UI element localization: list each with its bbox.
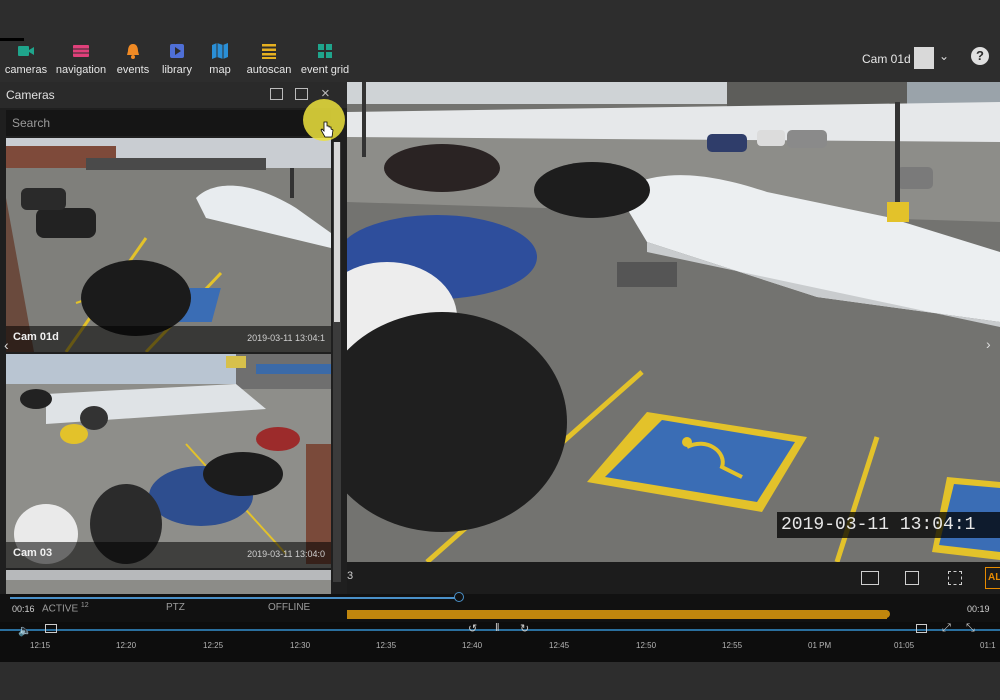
chevron-down-icon[interactable]: ⌄ [939, 49, 949, 63]
tab-ptz[interactable]: PTZ [166, 602, 185, 613]
end-time: 00:19 [967, 604, 990, 614]
timeline-tick: 12:30 [290, 641, 311, 650]
tab-offline[interactable]: OFFLINE [268, 602, 310, 613]
alarm-button[interactable]: AL [985, 567, 1000, 589]
fullscreen-icon[interactable] [948, 571, 962, 585]
nav-events-label: events [116, 64, 150, 76]
bottom-bar [0, 662, 1000, 700]
recording-bar[interactable] [347, 610, 887, 619]
nav-navigation-button[interactable]: navigation [54, 42, 108, 80]
elapsed-time: 00:16 [12, 604, 35, 614]
timeline-tick: 12:35 [376, 641, 397, 650]
playback-progress[interactable] [10, 597, 458, 599]
chevron-right-icon[interactable]: › [986, 336, 991, 352]
thumbnail-camera-name: Cam 03 [13, 547, 53, 559]
timeline-tick: 12:40 [462, 641, 483, 650]
camera-thumbnail-cam03[interactable]: Cam 03 2019-03-11 13:04:0 [6, 354, 331, 568]
chevron-left-icon[interactable]: ‹ [4, 337, 9, 353]
dock-right-icon[interactable] [295, 88, 308, 100]
tab-active[interactable]: ACTIVE 12 [42, 602, 89, 614]
cameras-panel: Cameras × Search Cam 01d 2019-03-11 13:0… [0, 82, 347, 630]
tab-active-count: 12 [80, 602, 89, 609]
digital-zoom-icon[interactable] [905, 571, 919, 585]
timeline-tick: 12:55 [722, 641, 743, 650]
expand-icon[interactable]: ⤢ [942, 622, 951, 635]
nav-cameras-label: cameras [4, 64, 48, 76]
nav-cameras-button[interactable]: cameras [4, 42, 48, 80]
library-play-icon [170, 44, 184, 58]
hand-cursor-icon [320, 121, 334, 138]
thumbnail-camera-name: Cam 01d [13, 331, 59, 343]
screen-icon[interactable] [45, 624, 57, 633]
autoscan-list-icon [262, 44, 276, 59]
nav-events-button[interactable]: events [114, 42, 152, 80]
panel-scrollbar-thumb[interactable] [334, 142, 340, 322]
screenshot-icon[interactable] [861, 571, 879, 585]
recording-end-marker[interactable] [882, 610, 890, 618]
map-icon [212, 43, 228, 59]
timeline-tick: 12:15 [30, 641, 51, 650]
nav-event-grid-button[interactable]: event grid [300, 42, 350, 80]
tab-active-label: ACTIVE [42, 603, 79, 615]
nav-navigation-label: navigation [55, 64, 107, 76]
playback-scrubber[interactable] [454, 592, 464, 602]
nav-library-label: library [162, 64, 192, 76]
app-window: cameras navigation events library map au… [0, 0, 1000, 700]
panel-header: Cameras × [0, 82, 347, 108]
grid-icon [318, 44, 332, 58]
nav-autoscan-label: autoscan [246, 64, 292, 76]
bell-icon [127, 44, 139, 59]
nav-event-grid-label: event grid [300, 64, 350, 76]
timeline-tick: 12:20 [116, 641, 137, 650]
nav-map-label: map [209, 64, 231, 76]
timeline-tick: 01 PM [808, 641, 832, 650]
camera-selector-label[interactable]: Cam 01d [862, 52, 911, 66]
main-video-view[interactable] [347, 82, 1000, 562]
help-button[interactable]: ? [971, 47, 989, 65]
player-controls: 3 [347, 562, 1000, 594]
timeline-tick: 12:50 [636, 641, 657, 650]
top-toolbar: cameras navigation events library map au… [0, 0, 1000, 82]
pause-icon[interactable]: ‖ [495, 622, 500, 634]
navigation-grid-icon [73, 45, 89, 57]
camera-thumbnail-cam01d[interactable]: Cam 01d 2019-03-11 13:04:1 [6, 138, 331, 352]
window-mark [0, 38, 24, 41]
main-video-frame [347, 82, 1000, 562]
volume-icon[interactable]: 🔈 [18, 624, 32, 637]
partial-label: 3 [347, 570, 354, 582]
search-input[interactable] [6, 110, 331, 136]
timeline-tick: 12:25 [203, 641, 224, 650]
cam01d-preview-image [6, 138, 331, 352]
nav-library-button[interactable]: library [160, 42, 194, 80]
nav-map-button[interactable]: map [206, 42, 234, 80]
cam03-preview-image [6, 354, 331, 568]
pip-icon[interactable] [916, 624, 927, 633]
forward-icon[interactable]: ↻ [520, 622, 529, 635]
timeline-tick: 12:45 [549, 641, 570, 650]
video-timestamp: 2019-03-11 13:04:1 [777, 512, 1000, 538]
camera-thumbnail-partial[interactable] [6, 570, 331, 594]
partial-preview-image [6, 570, 331, 594]
timeline-tick: 01:1 [980, 641, 996, 650]
camera-icon [18, 46, 34, 56]
thumbnail-timestamp: 2019-03-11 13:04:0 [247, 549, 325, 559]
dock-left-icon[interactable] [270, 88, 283, 100]
panel-title: Cameras [6, 88, 55, 102]
rewind-icon[interactable]: ↺ [468, 622, 477, 635]
timeline[interactable]: 🔈 ↺ ‖ ↻ ⤢ ⤡ 12:15 12:20 12:25 12:30 12:3… [0, 622, 1000, 662]
camera-color-swatch[interactable] [914, 47, 934, 69]
timeline-tick: 01:05 [894, 641, 915, 650]
timeline-track[interactable] [0, 629, 1000, 631]
nav-autoscan-button[interactable]: autoscan [244, 42, 294, 80]
thumbnail-timestamp: 2019-03-11 13:04:1 [247, 333, 325, 343]
collapse-icon[interactable]: ⤡ [966, 622, 975, 635]
